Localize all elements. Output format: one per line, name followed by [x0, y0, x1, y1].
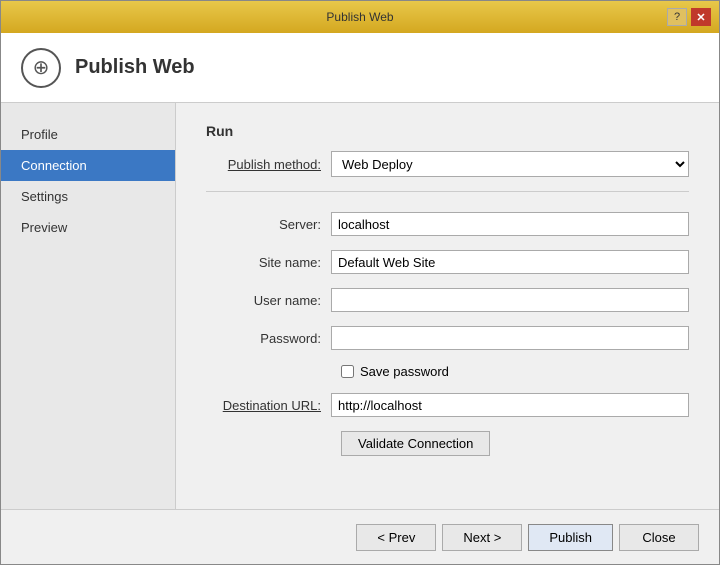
close-button[interactable]: Close: [619, 524, 699, 551]
user-name-row: User name:: [206, 288, 689, 312]
sidebar-item-settings[interactable]: Settings: [1, 181, 175, 212]
validate-connection-button[interactable]: Validate Connection: [341, 431, 490, 456]
validate-connection-container: Validate Connection: [206, 431, 689, 456]
publish-method-label: Publish method:: [206, 157, 331, 172]
publish-method-row: Publish method: Web Deploy Web Deploy Pa…: [206, 151, 689, 177]
password-row: Password:: [206, 326, 689, 350]
server-input[interactable]: [331, 212, 689, 236]
site-name-input[interactable]: [331, 250, 689, 274]
sidebar-item-preview[interactable]: Preview: [1, 212, 175, 243]
prev-button[interactable]: < Prev: [356, 524, 436, 551]
next-button[interactable]: Next >: [442, 524, 522, 551]
server-label: Server:: [206, 217, 331, 232]
save-password-label[interactable]: Save password: [360, 364, 449, 379]
header-title: Publish Web: [75, 56, 195, 79]
password-label: Password:: [206, 331, 331, 346]
site-name-label: Site name:: [206, 255, 331, 270]
publish-method-select[interactable]: Web Deploy Web Deploy Package FTP File S…: [331, 151, 689, 177]
destination-url-input[interactable]: [331, 393, 689, 417]
main-content: Run Publish method: Web Deploy Web Deplo…: [176, 103, 719, 509]
title-bar-controls: ? ✕: [667, 8, 711, 26]
save-password-row: Save password: [341, 364, 689, 379]
password-input[interactable]: [331, 326, 689, 350]
destination-url-row: Destination URL:: [206, 393, 689, 417]
section-divider: [206, 191, 689, 192]
sidebar-item-connection[interactable]: Connection: [1, 150, 175, 181]
publish-web-dialog: Publish Web ? ✕ ⊕ Publish Web Profile Co…: [0, 0, 720, 565]
dialog-body: Profile Connection Settings Preview Run …: [1, 103, 719, 509]
sidebar: Profile Connection Settings Preview: [1, 103, 176, 509]
globe-icon: ⊕: [33, 55, 50, 80]
dialog-footer: < Prev Next > Publish Close: [1, 509, 719, 564]
section-title: Run: [206, 123, 689, 139]
user-name-label: User name:: [206, 293, 331, 308]
server-row: Server:: [206, 212, 689, 236]
close-title-button[interactable]: ✕: [691, 8, 711, 26]
dialog-header: ⊕ Publish Web: [1, 33, 719, 103]
site-name-row: Site name:: [206, 250, 689, 274]
header-icon: ⊕: [21, 48, 61, 88]
title-bar: Publish Web ? ✕: [1, 1, 719, 33]
help-button[interactable]: ?: [667, 8, 687, 26]
save-password-checkbox[interactable]: [341, 365, 354, 378]
dialog-title: Publish Web: [53, 10, 667, 24]
destination-url-label: Destination URL:: [206, 398, 331, 413]
publish-button[interactable]: Publish: [528, 524, 613, 551]
user-name-input[interactable]: [331, 288, 689, 312]
sidebar-item-profile[interactable]: Profile: [1, 119, 175, 150]
